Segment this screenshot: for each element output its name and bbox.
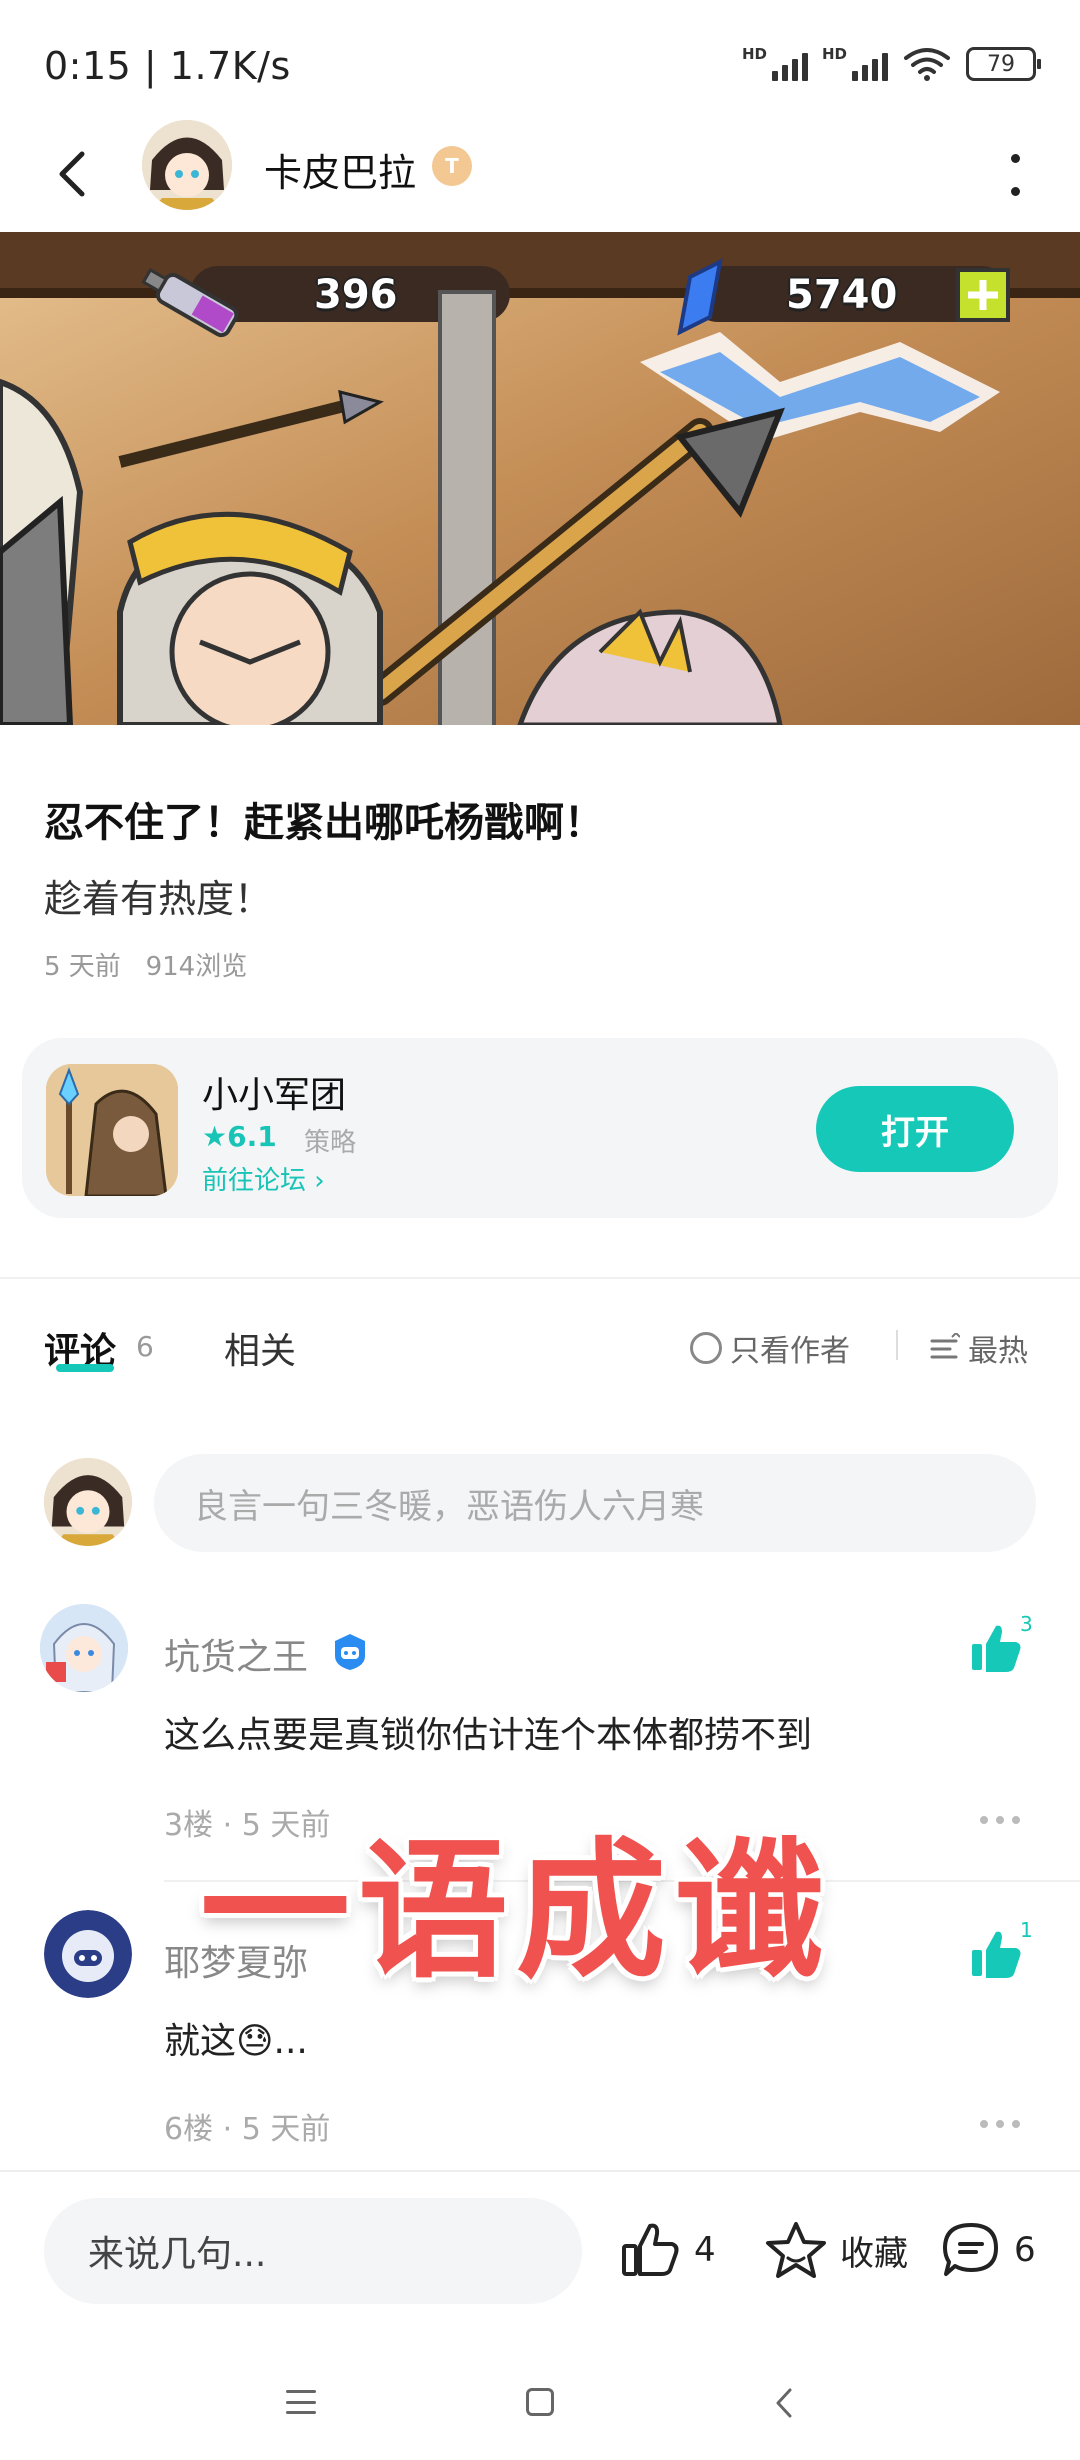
favorite-label: 收藏 [840,2233,908,2274]
comments-button[interactable]: 6 [940,2220,1036,2280]
commenter-name[interactable]: 坑货之王 [164,1628,308,1680]
thumbs-up-icon[interactable] [968,1620,1024,1676]
post-meta: 5 天前 914浏览 [44,952,248,982]
hd-label: HD [742,45,768,63]
author-avatar[interactable] [142,120,232,210]
author-only-label: 只看作者 [730,1334,850,1369]
post-body: 趁着有热度！ [44,877,273,921]
star-outline-icon [766,2222,826,2278]
comment-text: 这么点要是真锁你估计连个本体都捞不到 [164,1715,813,1756]
filter-divider [896,1330,898,1360]
post-header: 卡皮巴拉 T [0,120,1080,232]
author-name[interactable]: 卡皮巴拉 [264,142,416,197]
comment-more-icon[interactable] [980,1816,1020,1826]
comment-input[interactable]: 良言一句三冬暖，恶语伤人六月寒 [154,1454,1036,1552]
active-tab-indicator [56,1364,114,1372]
like-count-label: 4 [694,2230,716,2270]
signal-icon: HD [822,45,888,81]
resource-count-2: 5740 [786,272,898,318]
signal-icon: HD [742,45,808,81]
comment-text: 就这😓... [164,2021,308,2062]
more-options-icon[interactable] [1000,150,1030,200]
status-time: 0:15 | 1.7K/s [44,44,291,88]
like-count: 3 [1020,1612,1033,1636]
post-image[interactable]: 396 5740 [0,232,1080,725]
author-only-filter[interactable]: 只看作者 [690,1326,850,1370]
status-icons: HD HD 79 [742,45,1041,82]
comment-count-label: 6 [1014,2230,1036,2270]
comment-meta: 6楼 · 5 天前 [164,2112,331,2147]
app-name[interactable]: 小小军团 [202,1066,346,1118]
chevron-right-icon: › [314,1166,325,1196]
my-avatar [44,1458,132,1546]
post-title: 忍不住了！赶紧出哪吒杨戬啊！ [44,800,604,846]
commenter-avatar[interactable] [44,1910,132,1998]
thumbs-up-outline-icon [622,2223,679,2276]
system-nav-bar [0,2360,1080,2460]
app-genre: 策略 [304,1128,357,1158]
app-icon[interactable] [46,1064,178,1196]
author-level-badge: T [432,146,472,186]
forum-link[interactable]: 前往论坛 › [202,1160,325,1197]
like-button[interactable]: 4 [620,2220,716,2280]
home-icon[interactable] [526,2388,554,2416]
resource-count-1: 396 [314,272,398,318]
comments-count: 6 [136,1330,154,1363]
commenter-avatar[interactable] [40,1604,128,1692]
like-count: 1 [1020,1918,1033,1942]
comment-more-icon[interactable] [980,2120,1020,2130]
overlay-caption: 一语成谶 [200,1825,833,1999]
app-card[interactable]: 小小军团 ★6.1 策略 前往论坛 › 打开 [22,1038,1058,1218]
sort-label: 最热 [968,1334,1028,1369]
reply-input[interactable]: 来说几句... [44,2198,582,2304]
status-bar: 0:15 | 1.7K/s HD HD 79 [0,0,1080,130]
thumbs-up-icon[interactable] [968,1926,1024,1982]
wifi-icon [904,48,950,81]
recent-apps-icon[interactable] [286,2390,316,2414]
verified-badge-icon [335,1634,365,1670]
comment-bubble-icon [943,2223,998,2276]
nav-back-icon[interactable] [770,2386,800,2420]
sort-icon [930,1333,960,1359]
open-app-button[interactable]: 打开 [816,1086,1014,1172]
radio-icon [690,1332,722,1364]
hd-label: HD [822,45,848,63]
section-divider [0,1277,1080,1279]
app-rating-value: 6.1 [227,1120,277,1153]
favorite-button[interactable]: 收藏 [764,2220,908,2280]
battery-icon: 79 [966,47,1041,81]
forum-link-label: 前往论坛 [202,1166,315,1196]
back-arrow-icon[interactable] [44,144,104,204]
tab-related[interactable]: 相关 [224,1322,296,1374]
sort-hot-button[interactable]: 最热 [928,1326,1028,1370]
app-rating: ★6.1 [202,1120,277,1153]
bottom-bar-divider [0,2170,1080,2172]
